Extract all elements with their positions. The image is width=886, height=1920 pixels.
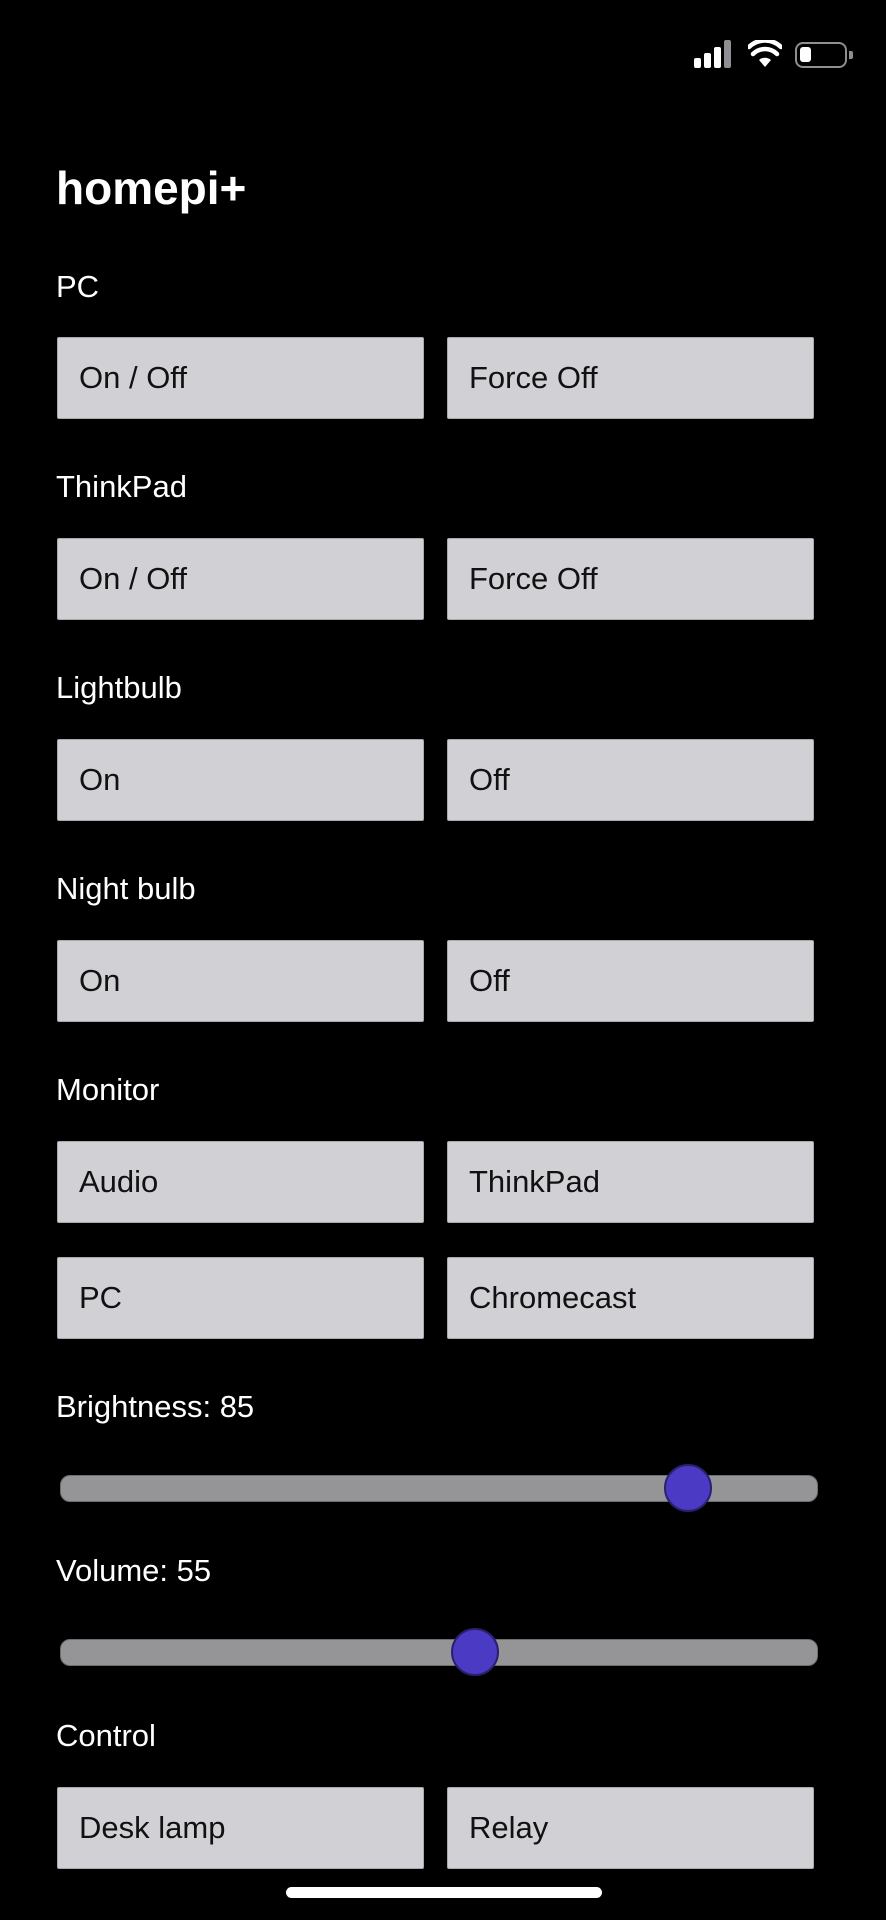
monitor-audio-button[interactable]: Audio	[57, 1141, 424, 1223]
battery-icon	[795, 42, 853, 68]
volume-slider-thumb[interactable]	[450, 1628, 499, 1676]
section-label-pc: PC	[56, 269, 100, 304]
pc-force-off-button[interactable]: Force Off	[447, 337, 814, 419]
lightbulb-on-button[interactable]: On	[57, 739, 424, 821]
thinkpad-force-off-button[interactable]: Force Off	[447, 538, 814, 620]
battery-level	[800, 47, 811, 62]
thinkpad-on-off-button[interactable]: On / Off	[57, 538, 424, 620]
status-bar	[0, 0, 886, 110]
night-bulb-on-button[interactable]: On	[57, 940, 424, 1022]
monitor-thinkpad-button[interactable]: ThinkPad	[447, 1141, 814, 1223]
monitor-chromecast-button[interactable]: Chromecast	[447, 1257, 814, 1339]
app-title: homepi+	[56, 162, 247, 214]
wifi-icon	[746, 38, 784, 68]
volume-slider[interactable]	[60, 1628, 818, 1676]
brightness-label: Brightness: 85	[56, 1389, 255, 1424]
volume-label: Volume: 55	[56, 1553, 212, 1588]
relay-button[interactable]: Relay	[447, 1787, 814, 1869]
home-indicator	[286, 1887, 602, 1898]
lightbulb-off-button[interactable]: Off	[447, 739, 814, 821]
desk-lamp-button[interactable]: Desk lamp	[57, 1787, 424, 1869]
section-label-control: Control	[56, 1718, 156, 1753]
volume-slider-track[interactable]	[60, 1639, 818, 1666]
section-label-monitor: Monitor	[56, 1072, 160, 1107]
monitor-pc-button[interactable]: PC	[57, 1257, 424, 1339]
night-bulb-off-button[interactable]: Off	[447, 940, 814, 1022]
cellular-signal-icon	[694, 40, 734, 68]
brightness-slider[interactable]	[60, 1464, 818, 1512]
pc-on-off-button[interactable]: On / Off	[57, 337, 424, 419]
brightness-slider-thumb[interactable]	[663, 1464, 712, 1512]
section-label-lightbulb: Lightbulb	[56, 670, 182, 705]
section-label-thinkpad: ThinkPad	[56, 469, 187, 504]
section-label-night-bulb: Night bulb	[56, 871, 196, 906]
